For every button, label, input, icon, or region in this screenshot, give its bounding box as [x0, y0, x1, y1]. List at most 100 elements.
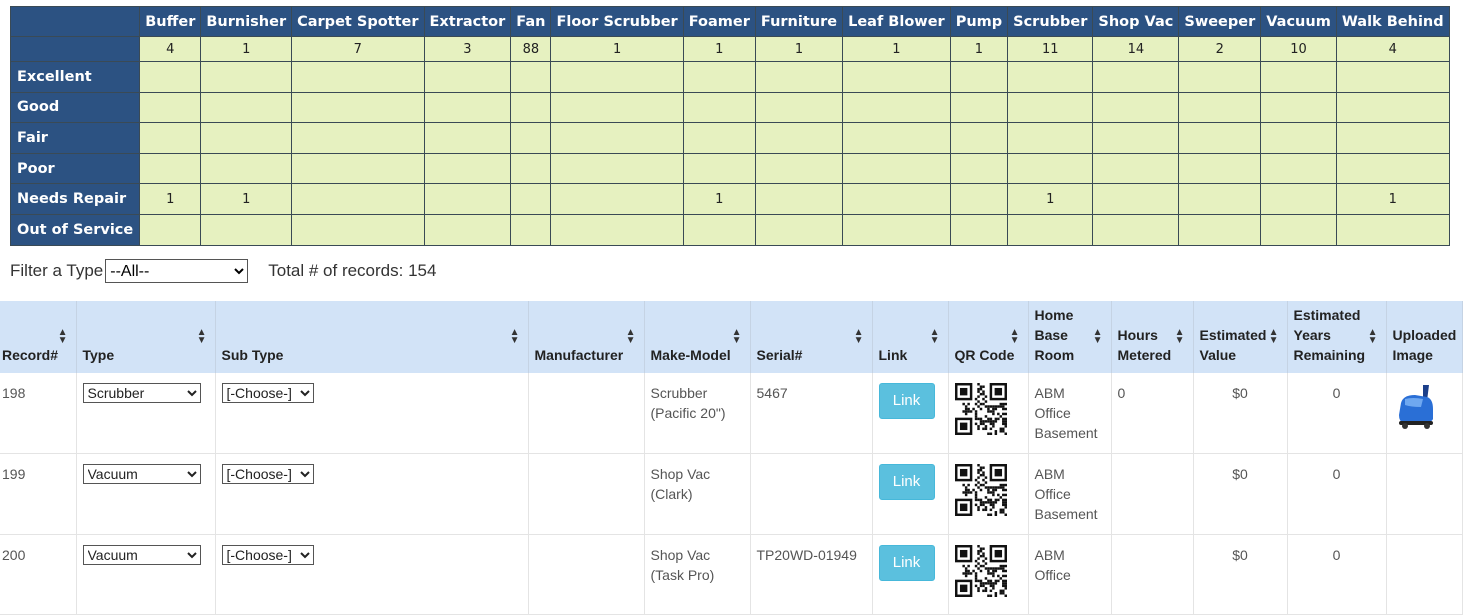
summary-value-cell [510, 91, 552, 124]
type-select[interactable]: Vacuum [82, 545, 201, 565]
summary-value-cell [1092, 183, 1180, 215]
column-header-10[interactable]: Estimated Value ▲ ▼ [1193, 301, 1288, 373]
qr-code-icon[interactable] [954, 464, 1007, 516]
column-header-6[interactable]: Link ▲ ▼ [872, 301, 949, 373]
summary-count-label [9, 36, 141, 62]
summary-value-cell [1178, 61, 1262, 93]
summary-value-cell [949, 213, 1009, 246]
summary-count-cell: 3 [423, 36, 512, 62]
summary-count-cell: 2 [1178, 36, 1262, 62]
subtype-select[interactable]: [-Choose-] [221, 383, 314, 403]
summary-value-cell [754, 152, 844, 185]
serial-cell [750, 453, 873, 535]
summary-value-cell [291, 213, 425, 246]
summary-value-cell [754, 213, 844, 246]
summary-value-cell [139, 61, 202, 93]
column-header-7[interactable]: QR Code ▲ ▼ [948, 301, 1029, 373]
summary-value-cell [1178, 213, 1262, 246]
summary-value-cell [1260, 152, 1337, 185]
summary-value-cell [550, 183, 684, 215]
years-remaining-cell: 0 [1287, 534, 1387, 615]
summary-value-cell [842, 152, 951, 185]
hours-metered-cell [1111, 534, 1194, 615]
link-button[interactable]: Link [878, 464, 935, 500]
summary-value-cell: 1 [1007, 183, 1094, 215]
sort-arrows-icon[interactable]: ▲ ▼ [854, 328, 864, 346]
summary-value-cell [550, 61, 684, 93]
column-header-5[interactable]: Serial# ▲ ▼ [750, 301, 873, 373]
summary-value-cell [754, 61, 844, 93]
condition-label: Poor [9, 152, 141, 185]
type-select[interactable]: Vacuum [82, 464, 201, 484]
column-header-4[interactable]: Make-Model ▲ ▼ [644, 301, 751, 373]
sort-arrows-icon[interactable]: ▲ ▼ [732, 328, 742, 346]
serial-cell: 5467 [750, 373, 873, 454]
column-header-1[interactable]: Type ▲ ▼ [76, 301, 216, 373]
qr-code-icon[interactable] [954, 545, 1007, 597]
qr-code-cell [948, 373, 1029, 454]
scrubber-machine-image[interactable] [1393, 381, 1437, 431]
type-filter-select[interactable]: --All-- [105, 259, 249, 283]
summary-column-header: Walk Behind [1335, 6, 1450, 37]
summary-value-cell [1335, 61, 1450, 93]
summary-value-cell: 1 [200, 183, 293, 215]
summary-value-cell [1092, 61, 1180, 93]
summary-count-cell: 11 [1007, 36, 1094, 62]
summary-value-cell [1007, 213, 1094, 246]
summary-value-cell [510, 213, 552, 246]
summary-count-cell: 4 [1335, 36, 1450, 62]
summary-value-cell [139, 213, 202, 246]
summary-condition-row: Excellent [9, 61, 1450, 93]
summary-value-cell [423, 61, 512, 93]
column-header-0[interactable]: Record# ▲ ▼ [0, 301, 77, 373]
summary-value-cell [291, 61, 425, 93]
summary-value-cell [423, 122, 512, 154]
summary-value-cell [1092, 122, 1180, 154]
sort-arrows-icon[interactable]: ▲ ▼ [1093, 328, 1103, 346]
column-header-9[interactable]: Hours Metered ▲ ▼ [1111, 301, 1194, 373]
summary-value-cell [291, 91, 425, 124]
summary-count-cell: 7 [291, 36, 425, 62]
summary-value-cell [139, 91, 202, 124]
link-button[interactable]: Link [878, 545, 935, 581]
column-header-12[interactable]: Uploaded Image [1386, 301, 1464, 373]
sort-arrows-icon[interactable]: ▲ ▼ [1010, 328, 1020, 346]
sort-arrows-icon[interactable]: ▲ ▼ [1175, 328, 1185, 346]
summary-column-header: Burnisher [200, 6, 293, 37]
summary-column-header: Floor Scrubber [550, 6, 684, 37]
column-header-11[interactable]: Estimated Years Remaining ▲ ▼ [1287, 301, 1387, 373]
column-header-3[interactable]: Manufacturer ▲ ▼ [528, 301, 645, 373]
column-header-label: Estimated Years Remaining [1293, 307, 1366, 363]
qr-code-icon[interactable] [954, 383, 1007, 435]
summary-value-cell [754, 122, 844, 154]
subtype-select[interactable]: [-Choose-] [221, 464, 314, 484]
summary-value-cell [842, 61, 951, 93]
column-header-label: QR Code [954, 347, 1015, 363]
summary-column-header: Carpet Spotter [291, 6, 425, 37]
estimated-value-cell: $0 [1193, 373, 1288, 454]
column-header-label: Record# [2, 347, 59, 363]
summary-condition-row: Poor [9, 152, 1450, 185]
years-remaining-cell: 0 [1287, 453, 1387, 535]
sort-arrows-icon[interactable]: ▲ ▼ [626, 328, 636, 346]
link-button[interactable]: Link [878, 383, 935, 419]
summary-value-cell [550, 122, 684, 154]
subtype-select[interactable]: [-Choose-] [221, 545, 314, 565]
sort-arrows-icon[interactable]: ▲ ▼ [1368, 328, 1378, 346]
summary-value-cell [510, 61, 552, 93]
summary-count-cell: 1 [550, 36, 684, 62]
summary-corner-cell [9, 6, 141, 37]
column-header-2[interactable]: Sub Type ▲ ▼ [215, 301, 529, 373]
sort-arrows-icon[interactable]: ▲ ▼ [1269, 328, 1279, 346]
summary-count-cell: 1 [200, 36, 293, 62]
sort-arrows-icon[interactable]: ▲ ▼ [58, 328, 68, 346]
sort-arrows-icon[interactable]: ▲ ▼ [197, 328, 207, 346]
record-row: 198 Scrubber [-Choose-] Scrubber (Pacific 2… [0, 373, 1464, 454]
filter-label: Filter a Type [10, 261, 104, 280]
column-header-label: Home Base Room [1034, 307, 1075, 363]
type-select[interactable]: Scrubber [82, 383, 201, 403]
sort-arrows-icon[interactable]: ▲ ▼ [510, 328, 520, 346]
column-header-8[interactable]: Home Base Room ▲ ▼ [1028, 301, 1112, 373]
sort-arrows-icon[interactable]: ▲ ▼ [930, 328, 940, 346]
summary-value-cell [200, 122, 293, 154]
